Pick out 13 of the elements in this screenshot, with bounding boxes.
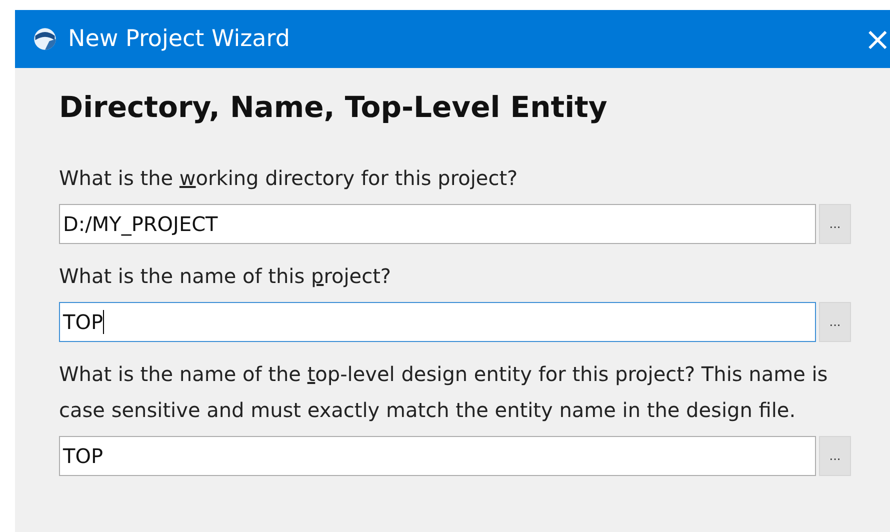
close-button[interactable]: × (860, 23, 890, 55)
window-title: New Project Wizard (68, 26, 291, 52)
field-label: What is the name of the top-level design entity for this project? This name is case sensitive and must exactly match the entity name in the design file. (59, 361, 829, 424)
page-heading: Directory, Name, Top-Level Entity (59, 90, 608, 124)
browse-button[interactable]: ... (819, 204, 851, 244)
browse-button[interactable]: ... (819, 436, 851, 476)
text-field[interactable]: D:/MY_PROJECT (59, 204, 816, 244)
field-label: What is the working directory for this project? (59, 165, 519, 192)
browse-button[interactable]: ... (819, 302, 851, 342)
field-label: What is the name of this project? (59, 263, 392, 290)
text-field[interactable]: TOP (59, 302, 816, 342)
text-field[interactable]: TOP (59, 436, 816, 476)
app-logo-icon (32, 26, 58, 52)
